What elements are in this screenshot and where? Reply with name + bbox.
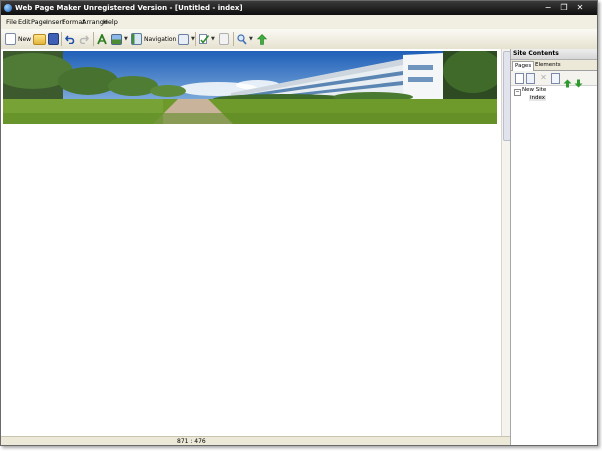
- form-element-icon: [178, 33, 189, 45]
- window-title: Web Page Maker Unregistered Version - [U…: [15, 4, 243, 12]
- collapse-toggle-icon[interactable]: −: [514, 89, 521, 96]
- status-bar: 871 : 476: [1, 436, 510, 445]
- menu-page[interactable]: Page: [31, 15, 47, 29]
- restore-button[interactable]: ❐: [559, 3, 569, 13]
- redo-arrow-icon: [79, 34, 90, 45]
- design-canvas[interactable]: [1, 49, 501, 436]
- close-button[interactable]: ✕: [575, 3, 585, 13]
- tab-elements[interactable]: Elements: [533, 60, 563, 70]
- menu-bar: File Edit Page Insert Format Arrange Hel…: [1, 15, 597, 29]
- toolbar-separator: [93, 32, 94, 46]
- menu-file[interactable]: File: [6, 15, 17, 29]
- menu-edit[interactable]: Edit: [18, 15, 31, 29]
- undo-button[interactable]: [64, 32, 75, 46]
- banner-image[interactable]: [3, 51, 497, 124]
- text-a-icon: [97, 32, 107, 45]
- copy-page-icon[interactable]: [526, 73, 535, 84]
- page-properties-button[interactable]: [219, 32, 229, 46]
- site-contents-panel: Site Contents Pages Elements ✕ − New Sit…: [510, 49, 597, 445]
- new-button-label: New: [18, 35, 32, 43]
- folder-open-icon: [33, 33, 46, 45]
- check-button[interactable]: ▼: [199, 32, 215, 46]
- dropdown-arrow-icon[interactable]: ▼: [124, 36, 128, 42]
- new-button[interactable]: New: [5, 32, 31, 46]
- insert-text-button[interactable]: [97, 32, 107, 46]
- tree-root-new-site[interactable]: New Site: [522, 87, 546, 93]
- new-page-icon[interactable]: [515, 73, 524, 84]
- cursor-coordinates: 871 : 476: [177, 438, 206, 445]
- check-document-icon: [199, 33, 210, 45]
- upload-arrow-icon: [256, 33, 268, 45]
- menu-help[interactable]: Help: [103, 15, 118, 29]
- move-down-icon[interactable]: [574, 73, 583, 88]
- insert-element-button[interactable]: ▼: [178, 32, 195, 46]
- delete-icon[interactable]: ✕: [539, 73, 548, 82]
- dropdown-arrow-icon[interactable]: ▼: [249, 36, 253, 42]
- save-button[interactable]: [48, 32, 59, 46]
- page-properties-icon: [219, 33, 229, 45]
- main-toolbar: New ▼ Navigation Bar ▼ ▼ ▼: [1, 29, 597, 50]
- magnifier-icon: [237, 33, 247, 45]
- insert-image-button[interactable]: ▼: [111, 32, 128, 46]
- panel-title: Site Contents: [511, 49, 597, 60]
- app-logo-icon: [4, 4, 12, 12]
- minimize-button[interactable]: −: [543, 3, 553, 13]
- panel-tabs: Pages Elements: [511, 60, 597, 71]
- publish-button[interactable]: [256, 32, 268, 46]
- navigation-bar-icon: [131, 33, 142, 45]
- preview-button[interactable]: ▼: [237, 32, 253, 46]
- image-icon: [111, 33, 122, 45]
- panel-toolbar: ✕: [511, 71, 597, 88]
- redo-button[interactable]: [79, 32, 90, 46]
- tree-page-index[interactable]: index: [529, 95, 547, 101]
- toolbar-separator: [233, 32, 234, 46]
- page-properties-icon[interactable]: [551, 73, 560, 84]
- title-bar: Web Page Maker Unregistered Version - [U…: [1, 1, 597, 15]
- undo-arrow-icon: [64, 34, 75, 45]
- open-button[interactable]: [33, 32, 46, 46]
- dropdown-arrow-icon[interactable]: ▼: [211, 36, 215, 42]
- move-up-icon[interactable]: [563, 73, 572, 88]
- tab-pages[interactable]: Pages: [512, 61, 535, 71]
- floppy-disk-icon: [48, 33, 59, 45]
- toolbar-separator: [195, 32, 196, 46]
- app-window: Web Page Maker Unregistered Version - [U…: [0, 0, 598, 446]
- new-page-icon: [5, 33, 16, 45]
- toolbar-separator: [61, 32, 62, 46]
